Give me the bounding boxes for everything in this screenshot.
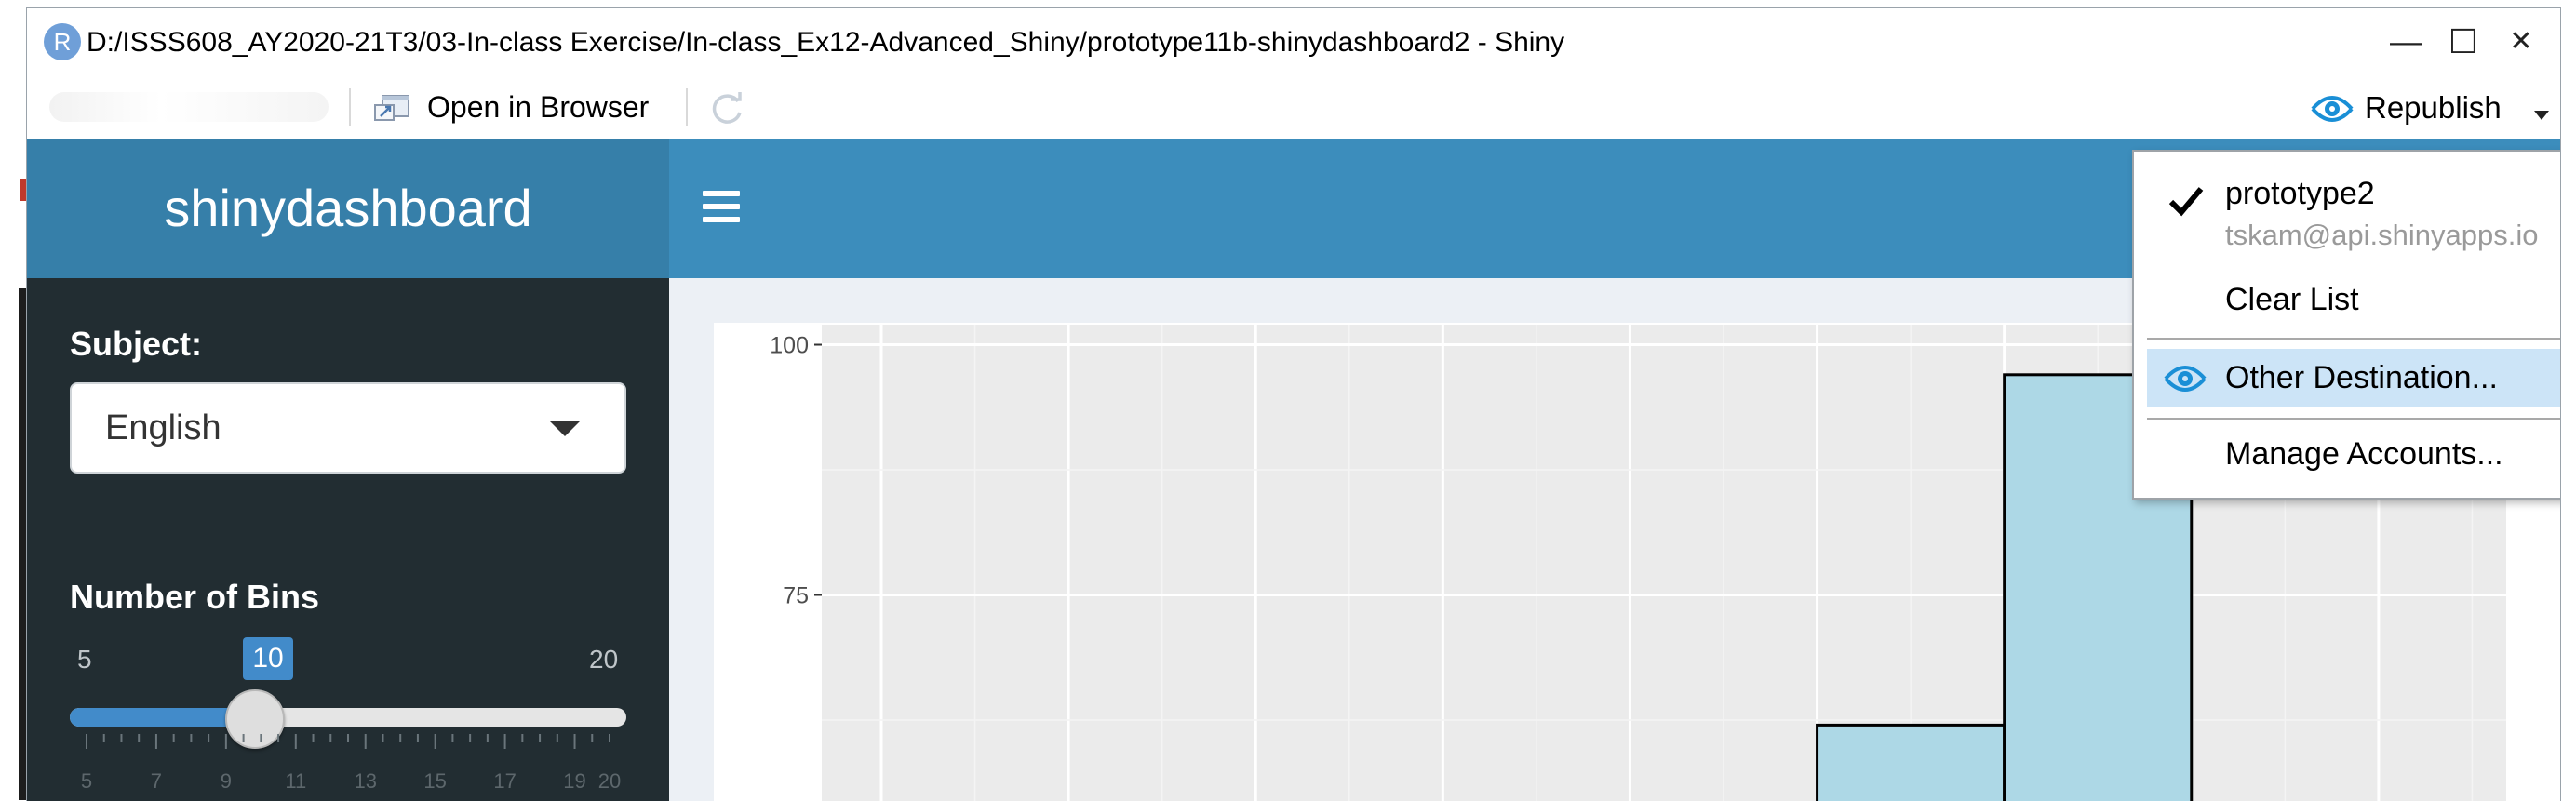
account-server: tskam@api.shinyapps.io xyxy=(2225,219,2539,251)
menu-item-clear-list[interactable]: Clear List xyxy=(2225,282,2359,318)
slider-tick-label: 17 xyxy=(493,769,517,793)
dashboard-logo-area: shinydashboard xyxy=(27,139,669,278)
slider-max-label: 20 xyxy=(589,645,619,674)
y-tick-label: 75 xyxy=(783,583,809,609)
open-in-browser-label: Open in Browser xyxy=(427,90,650,124)
subject-label: Subject: xyxy=(70,325,203,363)
menu-separator xyxy=(2147,338,2560,340)
viewer-toolbar: Open in Browser Republish xyxy=(27,75,2560,140)
slider-tick-label: 9 xyxy=(220,769,232,793)
publish-icon xyxy=(2311,96,2354,122)
slider-tick-label: 5 xyxy=(80,769,93,793)
slider-grid-ticks xyxy=(86,734,610,749)
republish-label: Republish xyxy=(2365,90,2502,125)
account-name: prototype2 xyxy=(2225,176,2375,211)
chevron-down-icon xyxy=(550,421,580,436)
shiny-window: R D:/ISSS608_AY2020-21T3/03-In-class Exe… xyxy=(26,7,2561,801)
bins-label: Number of Bins xyxy=(70,578,320,616)
slider-tick-label: 11 xyxy=(285,769,307,793)
slider-min-label: 5 xyxy=(77,645,92,674)
menu-item-manage-accounts[interactable]: Manage Accounts... xyxy=(2225,436,2503,473)
subject-select[interactable]: English xyxy=(70,382,626,474)
other-destination-label: Other Destination... xyxy=(2225,360,2498,395)
maximize-button[interactable]: ☐ xyxy=(2435,21,2491,62)
blurred-url-field xyxy=(49,92,329,122)
close-button[interactable]: ✕ xyxy=(2493,21,2549,62)
publish-icon xyxy=(2164,366,2207,392)
toolbar-separator xyxy=(349,88,351,126)
window-title: D:/ISSS608_AY2020-21T3/03-In-class Exerc… xyxy=(87,27,1565,58)
y-tick-label: 100 xyxy=(770,333,809,359)
sidebar-toggle-icon[interactable] xyxy=(703,191,740,228)
slider-value-badge: 10 xyxy=(243,637,293,680)
maximize-icon: ☐ xyxy=(2448,22,2479,60)
menu-separator xyxy=(2147,418,2560,420)
slider-tick-label: 15 xyxy=(423,769,447,793)
dashboard-brand: shinydashboard xyxy=(164,179,532,237)
toolbar-separator xyxy=(686,88,688,126)
slider-tick-label: 19 xyxy=(563,769,586,793)
minimize-button[interactable]: — xyxy=(2378,21,2434,62)
republish-dropdown-icon[interactable] xyxy=(2534,111,2549,120)
bins-slider-track[interactable] xyxy=(70,708,626,727)
slider-tick-label: 20 xyxy=(597,769,622,793)
checkmark-icon xyxy=(2168,187,2204,217)
title-bar: R D:/ISSS608_AY2020-21T3/03-In-class Exe… xyxy=(27,8,2560,75)
histogram-bar xyxy=(1816,723,2006,801)
close-icon: ✕ xyxy=(2509,26,2533,57)
publish-dropdown-menu: prototype2 tskam@api.shinyapps.io Clear … xyxy=(2132,150,2560,500)
slider-tick-label: 13 xyxy=(354,769,377,793)
refresh-icon[interactable] xyxy=(706,90,747,127)
minimize-icon: — xyxy=(2390,24,2422,60)
slider-tick-labels: 5 7 9 11 13 15 17 19 20 xyxy=(70,769,626,797)
open-in-browser-icon xyxy=(374,95,409,121)
subject-select-value: English xyxy=(105,408,221,447)
slider-tick-label: 7 xyxy=(150,769,163,793)
r-logo-icon: R xyxy=(44,23,81,60)
